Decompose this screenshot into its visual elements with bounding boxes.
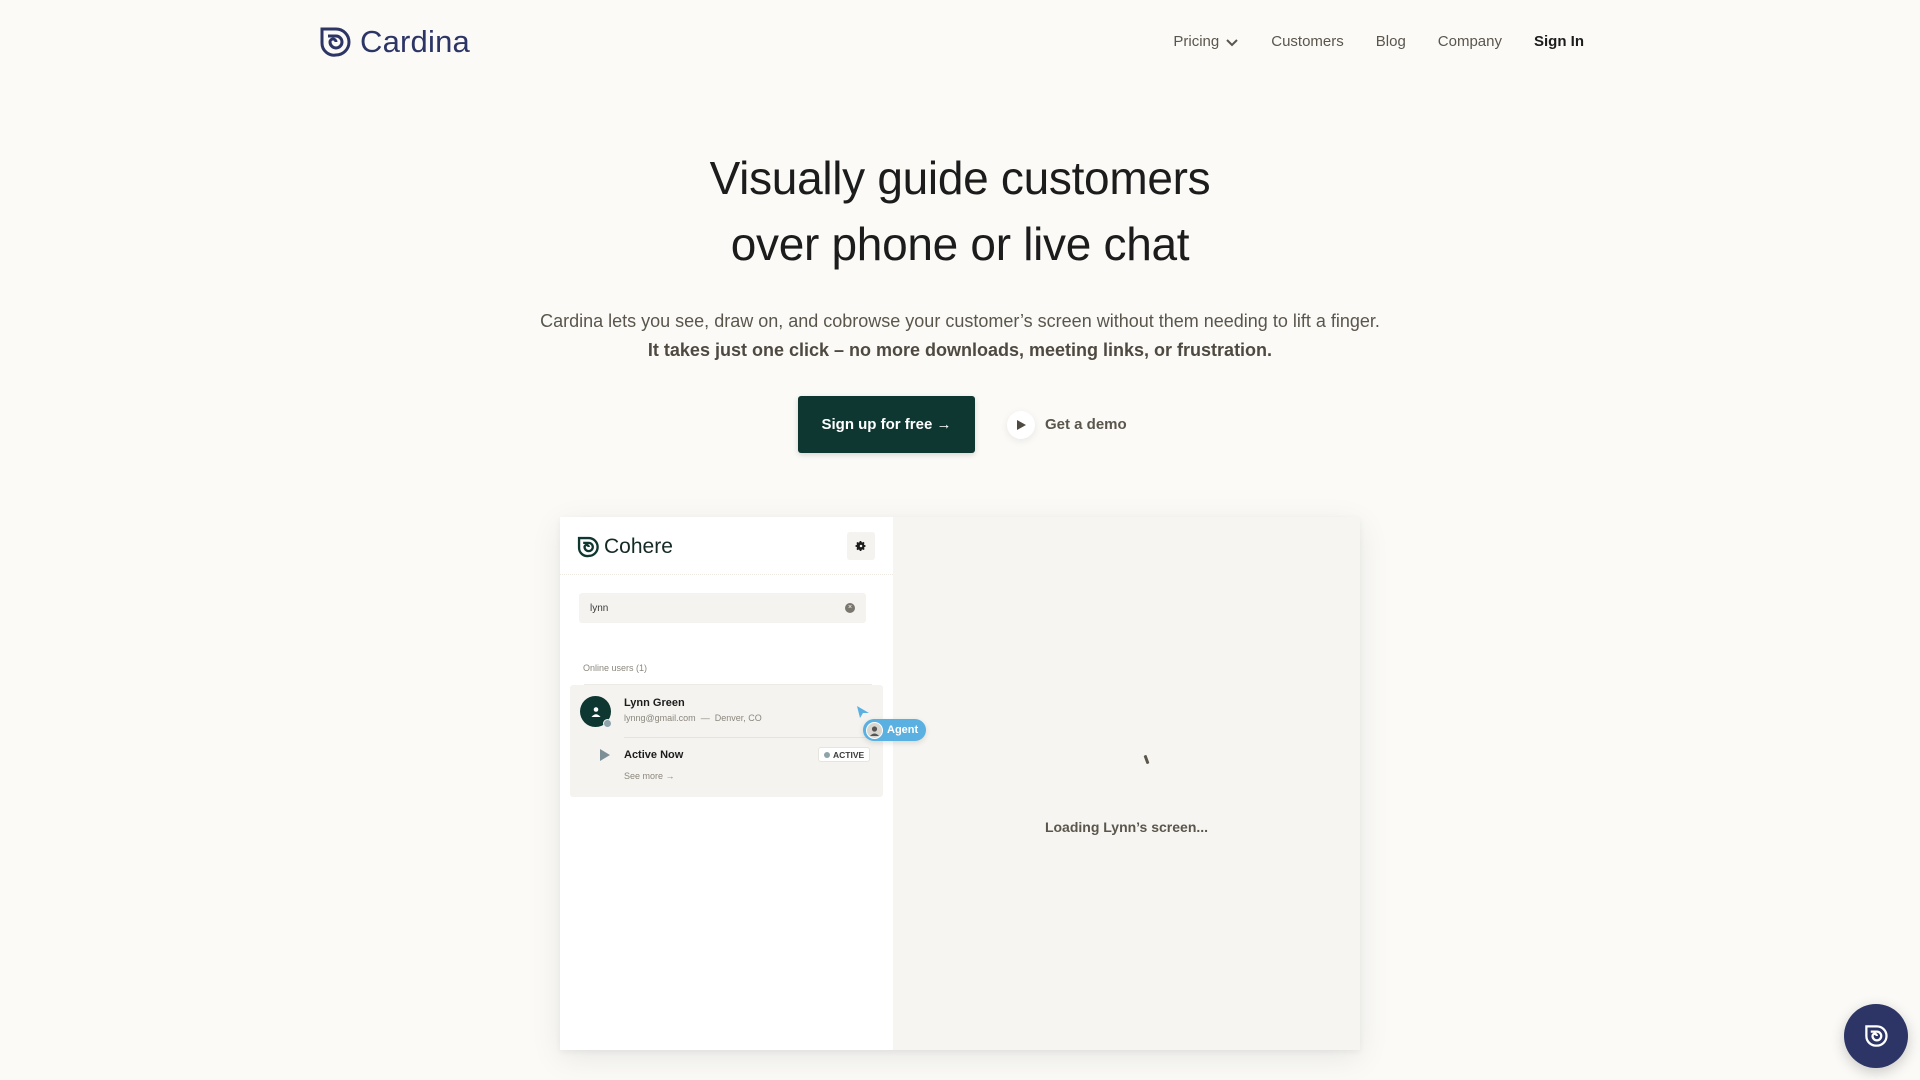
nav-customers[interactable]: Customers: [1271, 33, 1344, 50]
cta-row: Sign up for free → Get a demo: [798, 396, 1127, 453]
hero-subtitle-bold: It takes just one click – no more downlo…: [647, 340, 1273, 360]
chat-launcher-button[interactable]: [1844, 1004, 1908, 1068]
user-email: lynng@gmail.com: [624, 713, 696, 723]
brand-name: Cardina: [360, 24, 470, 59]
get-demo-button[interactable]: Get a demo: [1007, 410, 1127, 439]
cohere-logo-icon: [577, 536, 599, 558]
presence-dot: [603, 719, 612, 728]
loading-text: Loading Lynn’s screen...: [1044, 819, 1209, 835]
online-users-label: Online users (1): [583, 663, 648, 673]
play-icon: [1017, 419, 1026, 430]
agent-label-pill: Agent: [863, 719, 927, 741]
session-play-icon[interactable]: [600, 749, 610, 761]
status-badge-label: ACTIVE: [833, 749, 865, 760]
agent-avatar: [866, 721, 883, 739]
sign-up-button[interactable]: Sign up for free →: [798, 396, 975, 453]
meta-separator: —: [700, 713, 710, 723]
mockup-logo: Cohere: [577, 535, 673, 559]
brand-logo[interactable]: Cardina: [319, 24, 470, 60]
nav-company[interactable]: Company: [1438, 33, 1502, 50]
see-more-link[interactable]: See more →: [624, 771, 675, 781]
nav-pricing[interactable]: Pricing: [1173, 33, 1239, 50]
nav-sign-in[interactable]: Sign In: [1534, 33, 1584, 50]
cardina-logo-icon: [1865, 1025, 1888, 1047]
user-location: Denver, CO: [714, 713, 762, 723]
header-divider: [560, 574, 893, 575]
user-search-input[interactable]: lynn ×: [579, 593, 866, 623]
agent-cursor-icon: [857, 706, 869, 718]
play-button-circle: [1007, 410, 1035, 439]
agent-face-icon: [870, 725, 879, 736]
settings-button[interactable]: [847, 532, 875, 560]
hero-title: Visually guide customers over phone or l…: [0, 145, 1920, 277]
main-nav: Pricing Customers Blog Company Sign In: [1173, 33, 1584, 50]
clear-search-icon[interactable]: ×: [845, 603, 855, 613]
nav-pricing-label: Pricing: [1173, 33, 1220, 50]
agent-label: Agent: [887, 724, 919, 736]
session-label: Active Now: [624, 749, 684, 761]
hero-subtitle: Cardina lets you see, draw on, and cobro…: [0, 307, 1920, 365]
user-list-item[interactable]: Lynn Green lynng@gmail.com — Denver, CO …: [570, 685, 883, 797]
status-dot: [824, 751, 830, 758]
cardina-logo-icon: [320, 27, 351, 57]
user-name: Lynn Green: [624, 697, 685, 709]
hero-title-line1: Visually guide customers: [709, 152, 1211, 204]
hero-title-line2: over phone or live chat: [730, 218, 1190, 270]
product-mockup: Cohere lynn × Online users (1) Lynn Gree…: [560, 517, 1360, 1050]
user-meta: lynng@gmail.com — Denver, CO: [624, 713, 762, 723]
chevron-down-icon: [1226, 38, 1238, 46]
mockup-app-name: Cohere: [604, 535, 673, 558]
get-demo-label: Get a demo: [1045, 416, 1127, 433]
gear-icon: [855, 541, 866, 551]
hero-subtitle-text: Cardina lets you see, draw on, and cobro…: [540, 311, 1380, 331]
user-card-divider: [624, 737, 874, 738]
user-icon: [591, 706, 600, 717]
nav-blog[interactable]: Blog: [1376, 33, 1406, 50]
loading-spinner-icon: [1143, 754, 1150, 765]
mockup-sidebar: Cohere lynn × Online users (1) Lynn Gree…: [560, 517, 893, 1050]
search-value: lynn: [590, 602, 609, 614]
site-header: Cardina Pricing Customers Blog Company S…: [0, 0, 1920, 86]
status-badge: ACTIVE: [818, 747, 871, 762]
